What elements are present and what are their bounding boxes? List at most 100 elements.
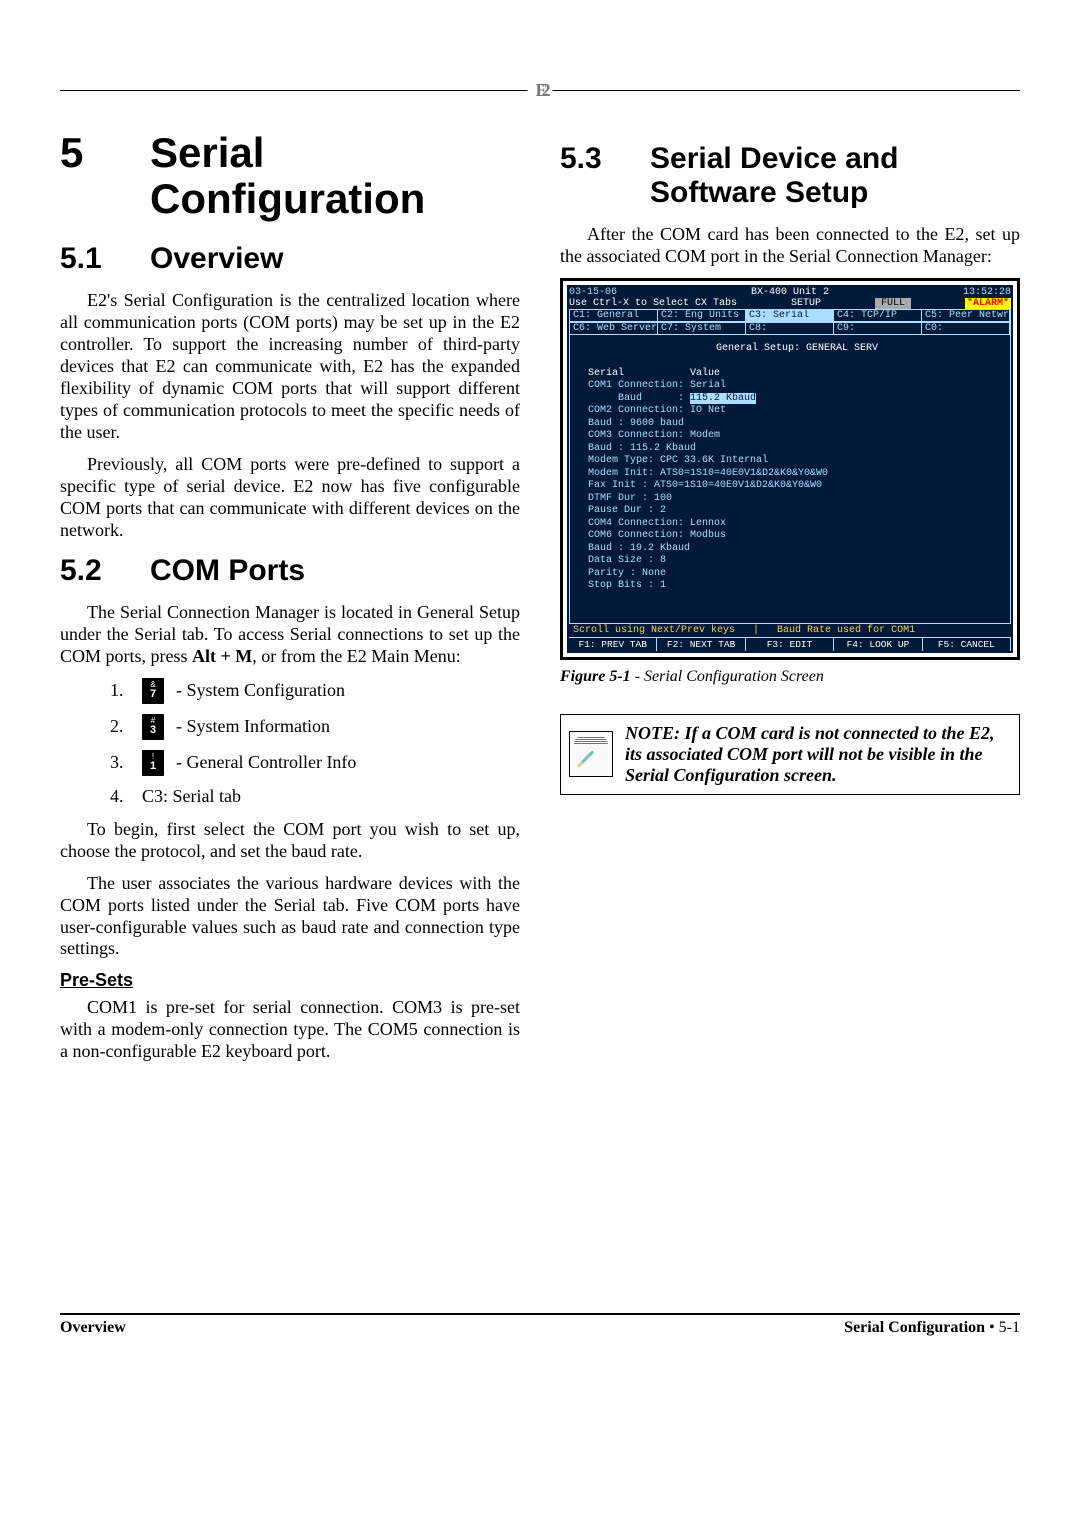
step-number: 3.: [110, 752, 130, 773]
body-paragraph: Previously, all COM ports were pre-defin…: [60, 454, 520, 542]
tab-c4: C4: TCP/IP: [834, 310, 922, 321]
config-line: DTMF Dur : 100: [588, 493, 1006, 506]
body-paragraph: To begin, first select the COM port you …: [60, 819, 520, 863]
body-paragraph: After the COM card has been connected to…: [560, 224, 1020, 268]
keycap-icon: &7: [142, 678, 164, 704]
terminal-date: 03-15-06: [569, 287, 617, 298]
serial-config-screenshot: 03-15-06 BX-400 Unit 2 13:52:28 Use Ctrl…: [560, 278, 1020, 660]
function-key-bar: F1: PREV TAB F2: NEXT TAB F3: EDIT F4: L…: [569, 637, 1011, 651]
tab-c2: C2: Eng Units: [658, 310, 746, 321]
footer-right: Serial Configuration • 5-1: [844, 1319, 1020, 1337]
status-right: Baud Rate used for COM1: [777, 625, 915, 636]
figure-caption: Figure 5-1 - Serial Configuration Screen: [560, 668, 1020, 686]
config-line: COM2 Connection: IO Net: [588, 405, 1006, 418]
fkey-f4: F4: LOOK UP: [834, 637, 922, 651]
config-line: COM1 Connection: Serial: [588, 380, 1006, 393]
pencil-note-icon: [569, 731, 613, 777]
keycap-icon: !1: [142, 750, 164, 776]
section-5-3-heading: 5.3 Serial Device and Software Setup: [560, 142, 1020, 210]
tab-c6: C6: Web Server: [570, 323, 658, 334]
fkey-f3: F3: EDIT: [746, 637, 834, 651]
step-number: 2.: [110, 716, 130, 737]
step-label: - General Controller Info: [176, 752, 356, 773]
tab-c1: C1: General: [570, 310, 658, 321]
terminal-hint: Use Ctrl-X to Select CX Tabs: [569, 298, 737, 309]
terminal-body: General Setup: GENERAL SERV Serial Value…: [569, 335, 1011, 624]
config-line: COM4 Connection: Lennox: [588, 518, 1006, 531]
section-5-1-heading: 5.1 Overview: [60, 242, 520, 276]
body-paragraph: The user associates the various hardware…: [60, 873, 520, 961]
config-line: Baud : 115.2 Kbaud: [588, 393, 1006, 406]
alarm-badge: *ALARM*: [965, 298, 1011, 309]
terminal-time: 13:52:28: [963, 287, 1011, 298]
tab-c9: C9:: [834, 323, 922, 334]
terminal-subtitle: Use Ctrl-X to Select CX Tabs SETUP FULL …: [569, 298, 1011, 309]
full-badge: FULL: [875, 298, 911, 309]
config-line: COM6 Connection: Modbus: [588, 530, 1006, 543]
section-number: 5.1: [60, 242, 150, 276]
config-line: Baud : 19.2 Kbaud: [588, 543, 1006, 556]
body-paragraph: The Serial Connection Manager is located…: [60, 602, 520, 668]
config-line: Parity : None: [588, 568, 1006, 581]
config-line: Modem Type: CPC 33.6K Internal: [588, 455, 1006, 468]
terminal-mode: SETUP: [791, 298, 821, 309]
terminal-panel: 03-15-06 BX-400 Unit 2 13:52:28 Use Ctrl…: [567, 285, 1013, 653]
fkey-f2: F2: NEXT TAB: [657, 637, 745, 651]
highlighted-baud: 115.2 Kbaud: [690, 393, 756, 404]
subheading-presets: Pre-Sets: [60, 970, 520, 991]
chapter-heading: 5 Serial Configuration: [60, 130, 520, 222]
list-item: 4. C3: Serial tab: [110, 786, 520, 807]
section-title: COM Ports: [150, 554, 520, 588]
config-line: Stop Bits : 1: [588, 580, 1006, 593]
column-headers: Serial Value: [588, 368, 1006, 381]
section-number: 5.2: [60, 554, 150, 588]
footer-left: Overview: [60, 1319, 126, 1337]
step-number: 1.: [110, 680, 130, 701]
config-line: Data Size : 8: [588, 555, 1006, 568]
terminal-status: Scroll using Next/Prev keys | Baud Rate …: [569, 624, 1011, 637]
terminal-unit: BX-400 Unit 2: [751, 287, 829, 298]
menu-steps-list: 1. &7 - System Configuration 2. #3 - Sys…: [60, 678, 520, 807]
config-line: Modem Init: ATS0=1S10=40E0V1&D2&K0&Y0&W0: [588, 468, 1006, 481]
section-title: Overview: [150, 242, 520, 276]
shortcut-key: Alt + M: [192, 646, 252, 666]
tab-c7: C7: System: [658, 323, 746, 334]
list-item: 1. &7 - System Configuration: [110, 678, 520, 704]
body-paragraph: E2's Serial Configuration is the central…: [60, 290, 520, 444]
figure-desc: - Serial Configuration Screen: [631, 668, 824, 685]
col-value: Value: [690, 368, 720, 379]
footer-title: Serial Configuration: [844, 1319, 985, 1336]
step-label: - System Information: [176, 716, 330, 737]
keycap-icon: #3: [142, 714, 164, 740]
fkey-f1: F1: PREV TAB: [569, 637, 657, 651]
footer-page: • 5-1: [985, 1319, 1020, 1336]
config-line: Fax Init : ATS0=1S10=40E0V1&D2&K0&Y0&W0: [588, 480, 1006, 493]
note-text: NOTE: If a COM card is not connected to …: [625, 723, 1005, 786]
config-line: Pause Dur : 2: [588, 505, 1006, 518]
step-label: - System Configuration: [176, 680, 345, 701]
config-line: COM3 Connection: Modem: [588, 430, 1006, 443]
chapter-title: Serial Configuration: [150, 130, 520, 222]
section-title: Serial Device and Software Setup: [650, 142, 1020, 210]
step-label: C3: Serial tab: [142, 786, 241, 807]
body-paragraph: COM1 is pre-set for serial connection. C…: [60, 997, 520, 1063]
terminal-titlebar: 03-15-06 BX-400 Unit 2 13:52:28: [569, 287, 1011, 298]
list-item: 3. !1 - General Controller Info: [110, 750, 520, 776]
config-line: Baud : 9600 baud: [588, 418, 1006, 431]
right-column: 5.3 Serial Device and Software Setup Aft…: [560, 130, 1020, 1073]
chapter-number: 5: [60, 130, 150, 222]
section-5-2-heading: 5.2 COM Ports: [60, 554, 520, 588]
tab-c3-active: C3: Serial: [746, 310, 834, 321]
tab-row-1: C1: General C2: Eng Units C3: Serial C4:…: [569, 309, 1011, 322]
brand-logo: E2: [527, 80, 552, 101]
figure-number: Figure 5-1: [560, 668, 631, 685]
tab-row-2: C6: Web Server C7: System C8: C9: C0:: [569, 322, 1011, 335]
tab-c0: C0:: [922, 323, 1010, 334]
left-column: 5 Serial Configuration 5.1 Overview E2's…: [60, 130, 520, 1073]
col-serial: Serial: [588, 368, 624, 379]
fkey-f5: F5: CANCEL: [923, 637, 1011, 651]
paragraph-run: , or from the E2 Main Menu:: [252, 646, 460, 666]
two-column-layout: 5 Serial Configuration 5.1 Overview E2's…: [60, 130, 1020, 1073]
page-header-rule: E2: [60, 80, 1020, 100]
status-left: Scroll using Next/Prev keys: [573, 625, 735, 636]
